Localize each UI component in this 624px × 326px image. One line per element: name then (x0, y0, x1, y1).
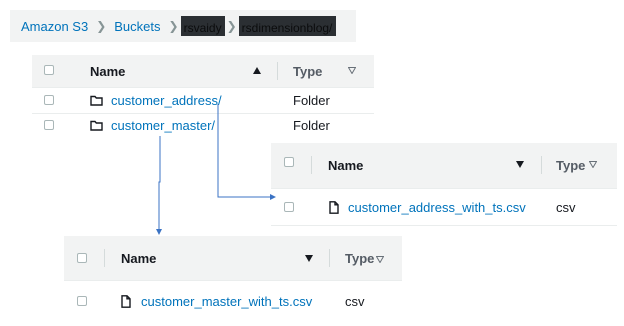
column-header-type[interactable]: Type (345, 236, 374, 280)
table-header: Name Type (64, 236, 402, 281)
column-divider (104, 249, 105, 267)
sort-descending-icon[interactable] (516, 161, 524, 168)
table-row[interactable]: customer_address_with_ts.csv csv (271, 189, 617, 226)
type-cell: csv (556, 199, 576, 215)
file-link-customer-master-with-ts[interactable]: customer_master_with_ts.csv (141, 283, 312, 319)
connector-address (217, 104, 276, 200)
sort-icon[interactable] (376, 256, 384, 263)
type-cell: csv (345, 293, 365, 309)
file-icon (329, 201, 339, 214)
column-divider (311, 156, 312, 174)
file-icon (121, 295, 131, 308)
row-checkbox[interactable] (77, 296, 87, 306)
sort-descending-icon[interactable] (305, 255, 313, 262)
column-divider (329, 249, 330, 267)
customer-address-objects-table: Name Type customer_address_with_ts.csv c… (271, 143, 617, 227)
select-all-checkbox[interactable] (77, 253, 87, 263)
table-row[interactable]: customer_master_with_ts.csv csv (64, 281, 402, 317)
file-link-customer-address-with-ts[interactable]: customer_address_with_ts.csv (348, 189, 526, 225)
connector-master (156, 136, 162, 235)
sort-icon[interactable] (589, 161, 597, 168)
row-checkbox[interactable] (284, 202, 294, 212)
customer-master-objects-table: Name Type customer_master_with_ts.csv cs… (64, 236, 402, 318)
column-header-name[interactable]: Name (328, 143, 363, 188)
column-divider (541, 156, 542, 174)
column-header-name[interactable]: Name (121, 236, 156, 280)
select-all-checkbox[interactable] (284, 157, 294, 167)
column-header-type[interactable]: Type (556, 143, 585, 188)
table-header: Name Type (271, 143, 617, 189)
